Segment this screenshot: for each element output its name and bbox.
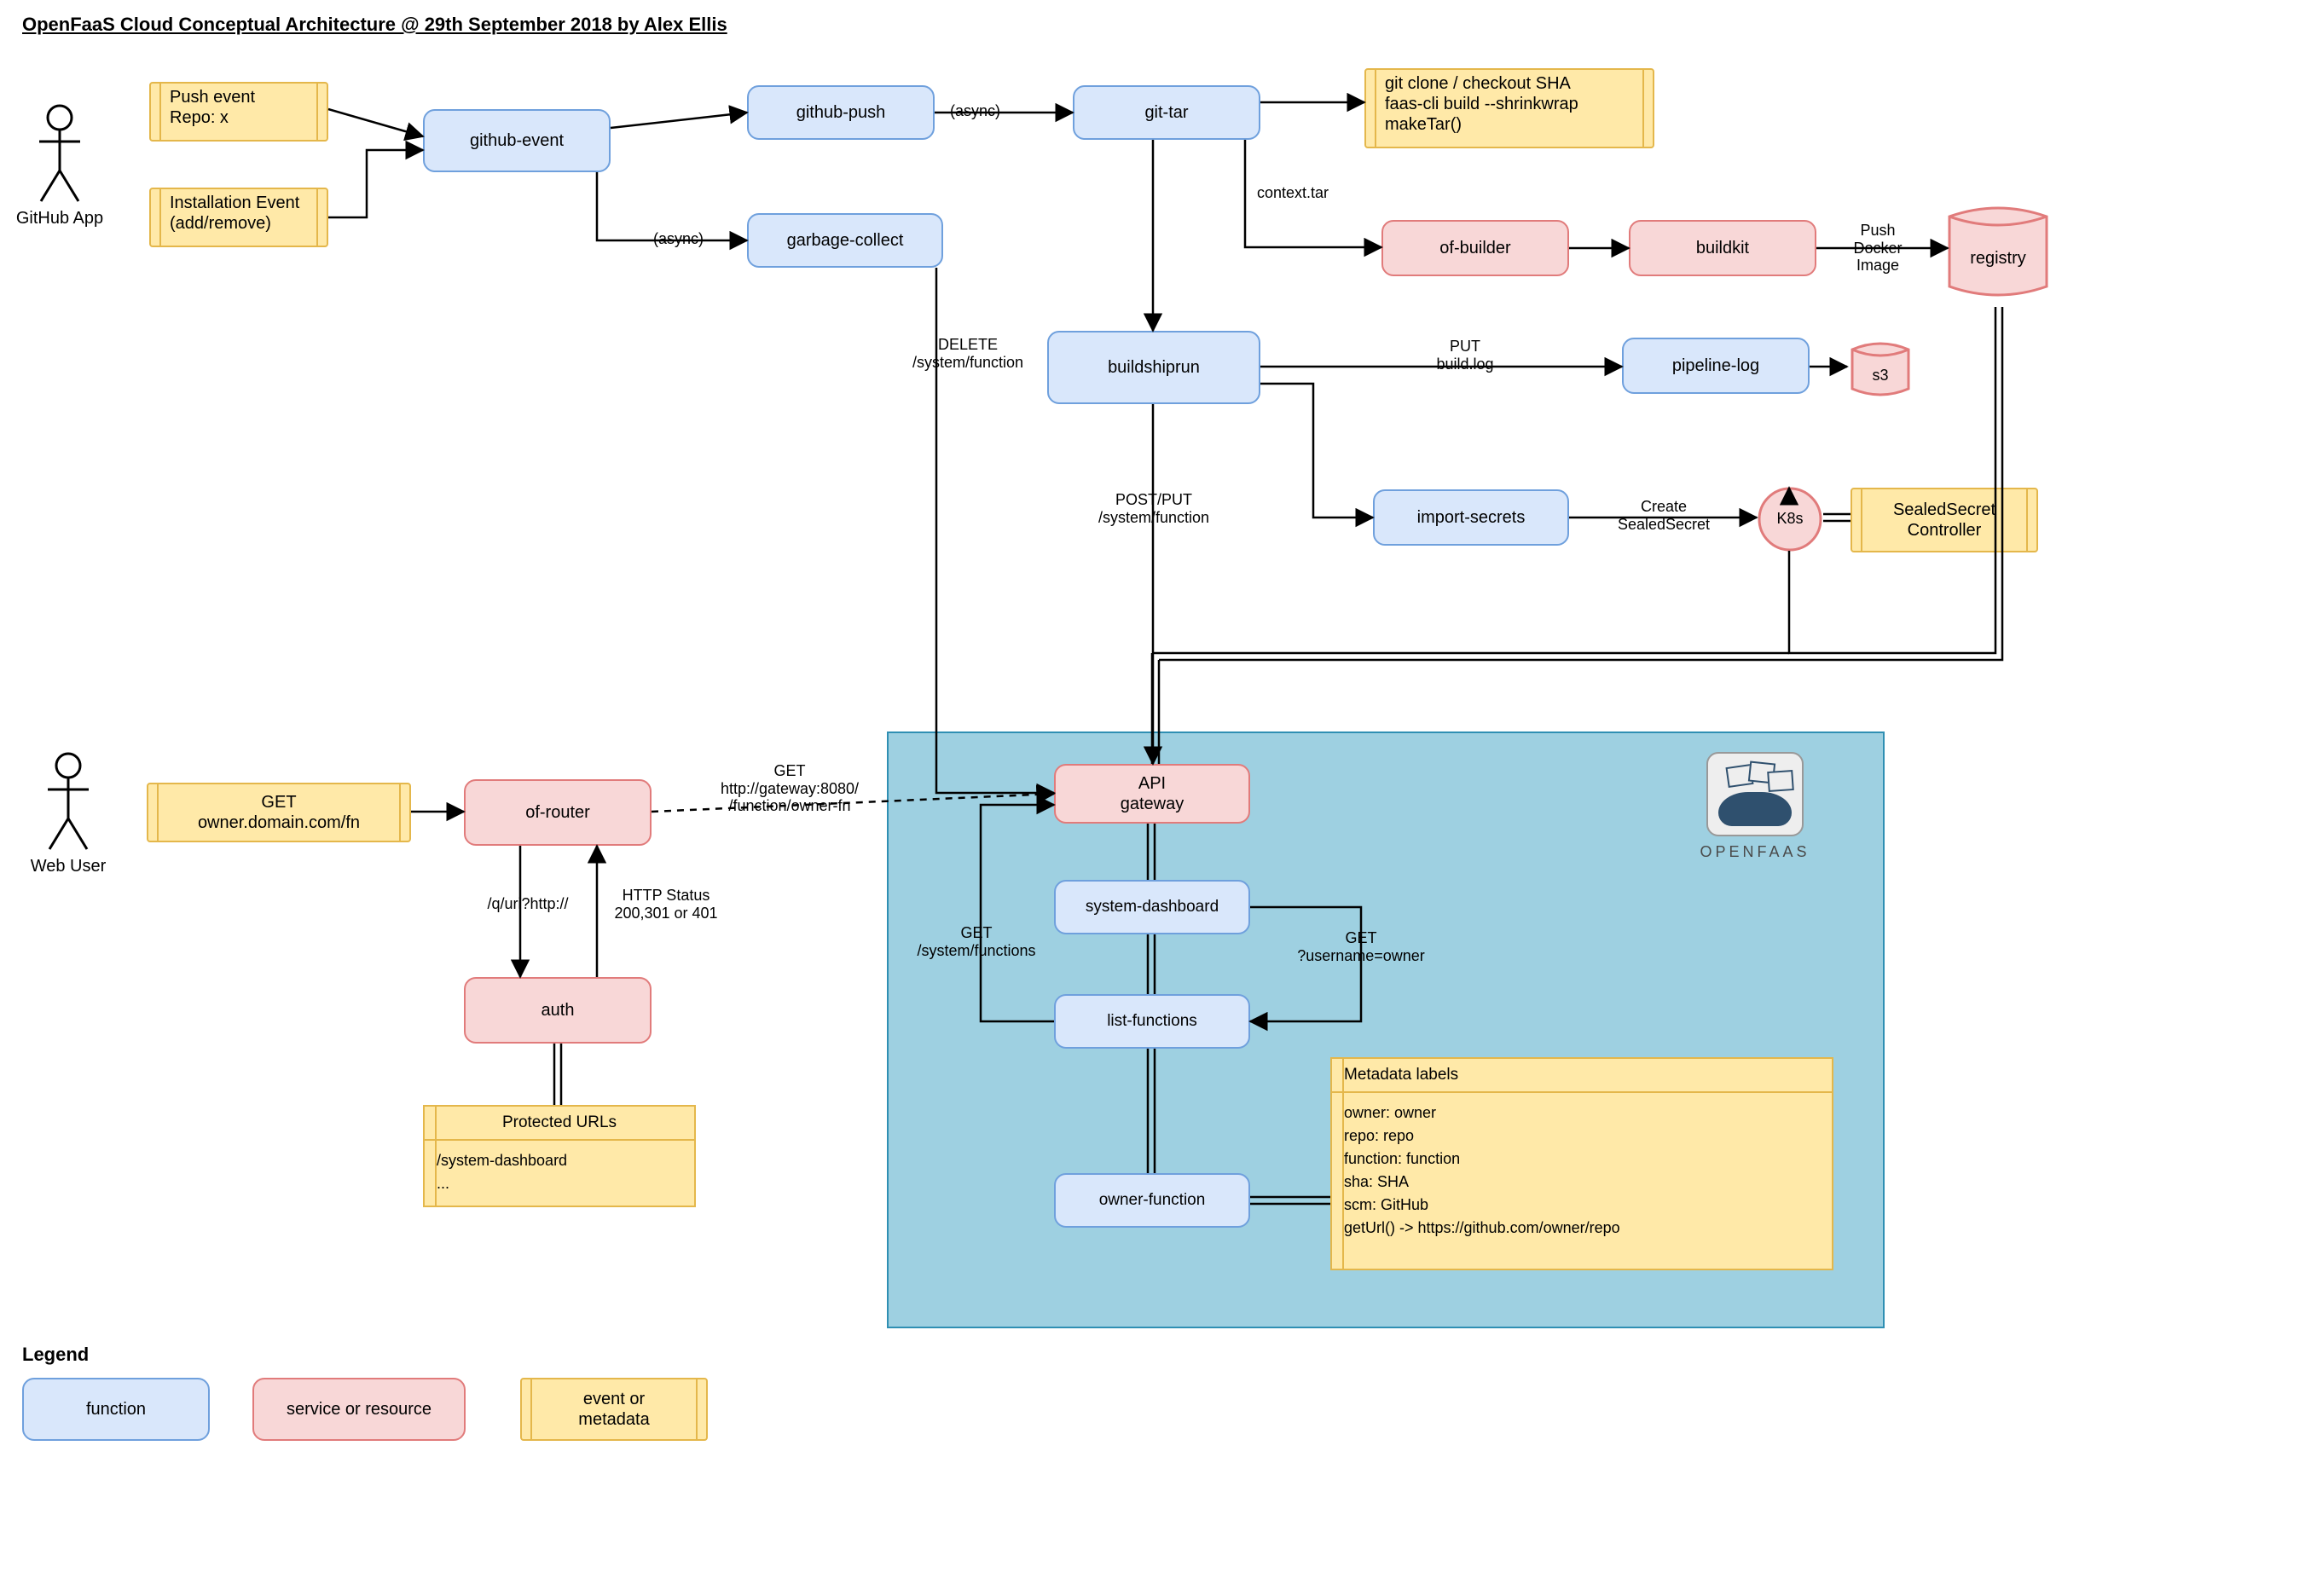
k8s-node: K8s	[1757, 486, 1823, 552]
git-tar-node: git-tar	[1073, 85, 1260, 140]
legend-title: Legend	[22, 1344, 89, 1366]
of-builder-node: of-builder	[1381, 220, 1569, 276]
install-event-box: Installation Event (add/remove)	[149, 188, 328, 247]
git-ops-text: git clone / checkout SHA faas-cli build …	[1385, 73, 1578, 135]
owner-function-label: owner-function	[1099, 1191, 1206, 1211]
q-uri-label: /q/uri?http://	[472, 895, 583, 913]
install-event-text: Installation Event (add/remove)	[170, 193, 299, 234]
legend-function-box: function	[22, 1378, 210, 1441]
s3-node: s3	[1847, 336, 1914, 402]
diagram-title: OpenFaaS Cloud Conceptual Architecture @…	[22, 14, 727, 36]
git-tar-label: git-tar	[1144, 102, 1188, 123]
async-label-1: (async)	[950, 102, 1000, 120]
registry-label: registry	[1943, 249, 2053, 269]
system-dashboard-label: system-dashboard	[1086, 898, 1219, 917]
protected-urls-header: Protected URLs	[425, 1107, 694, 1141]
github-event-node: github-event	[423, 109, 611, 172]
github-app-actor-icon	[34, 102, 85, 205]
push-event-text: Push event Repo: x	[170, 87, 255, 128]
legend-service-label: service or resource	[287, 1399, 432, 1420]
list-functions-node: list-functions	[1054, 994, 1250, 1049]
garbage-collect-label: garbage-collect	[787, 230, 904, 251]
github-app-actor-label: GitHub App	[9, 209, 111, 228]
legend-service-box: service or resource	[252, 1378, 466, 1441]
metadata-labels-header: Metadata labels	[1332, 1059, 1832, 1093]
get-username-label: GET ?username=owner	[1267, 929, 1455, 964]
context-tar-label: context.tar	[1257, 184, 1329, 202]
buildshiprun-node: buildshiprun	[1047, 331, 1260, 404]
import-secrets-node: import-secrets	[1373, 489, 1569, 546]
registry-node: registry	[1943, 196, 2053, 307]
async-label-2: (async)	[653, 230, 704, 248]
buildkit-node: buildkit	[1629, 220, 1816, 276]
of-builder-label: of-builder	[1439, 238, 1510, 258]
push-event-box: Push event Repo: x	[149, 82, 328, 142]
s3-label: s3	[1847, 367, 1914, 385]
pipeline-log-node: pipeline-log	[1622, 338, 1810, 394]
protected-urls-box: Protected URLs /system-dashboard ...	[423, 1105, 696, 1207]
put-buildlog-label: PUT build.log	[1405, 338, 1525, 373]
create-sealed-label: Create SealedSecret	[1591, 498, 1736, 533]
openfaas-whale-icon	[1706, 752, 1804, 836]
sealed-secret-controller-label: SealedSecret Controller	[1893, 500, 1995, 541]
legend-function-label: function	[86, 1399, 146, 1420]
protected-urls-body: /system-dashboard ...	[425, 1141, 694, 1204]
openfaas-logo: OPENFAAS	[1653, 752, 1857, 861]
web-user-actor-icon	[43, 750, 94, 853]
get-gateway-label: GET http://gateway:8080/ /function/owner…	[679, 762, 901, 815]
push-docker-label: Push Docker Image	[1835, 222, 1920, 275]
metadata-labels-body: owner: owner repo: repo function: functi…	[1332, 1093, 1832, 1248]
github-event-label: github-event	[470, 130, 564, 151]
import-secrets-label: import-secrets	[1417, 507, 1526, 528]
post-put-fn-label: POST/PUT /system/function	[1056, 491, 1252, 526]
legend-event-box: event or metadata	[520, 1378, 708, 1441]
sealed-secret-controller-box: SealedSecret Controller	[1851, 488, 2038, 552]
get-sys-fns-label: GET /system/functions	[904, 924, 1049, 959]
delete-fn-label: DELETE /system/function	[887, 336, 1049, 371]
owner-function-node: owner-function	[1054, 1173, 1250, 1228]
api-gateway-label: API gateway	[1121, 773, 1184, 814]
of-router-label: of-router	[525, 802, 590, 823]
api-gateway-node: API gateway	[1054, 764, 1250, 824]
get-owner-request-box: GET owner.domain.com/fn	[147, 783, 411, 842]
git-ops-box: git clone / checkout SHA faas-cli build …	[1364, 68, 1654, 148]
metadata-labels-box: Metadata labels owner: owner repo: repo …	[1330, 1057, 1833, 1270]
system-dashboard-node: system-dashboard	[1054, 880, 1250, 934]
pipeline-log-label: pipeline-log	[1672, 356, 1759, 376]
list-functions-label: list-functions	[1107, 1012, 1197, 1032]
auth-node: auth	[464, 977, 652, 1044]
garbage-collect-node: garbage-collect	[747, 213, 943, 268]
github-push-node: github-push	[747, 85, 935, 140]
of-router-node: of-router	[464, 779, 652, 846]
web-user-actor-label: Web User	[21, 857, 115, 876]
legend-event-label: event or metadata	[578, 1389, 649, 1430]
github-push-label: github-push	[796, 102, 886, 123]
openfaas-brand-text: OPENFAAS	[1653, 843, 1857, 861]
k8s-label: K8s	[1757, 510, 1823, 528]
buildkit-label: buildkit	[1696, 238, 1749, 258]
buildshiprun-label: buildshiprun	[1108, 357, 1200, 378]
get-owner-request-text: GET owner.domain.com/fn	[198, 792, 360, 833]
auth-label: auth	[542, 1000, 575, 1021]
http-status-label: HTTP Status 200,301 or 401	[594, 887, 738, 922]
